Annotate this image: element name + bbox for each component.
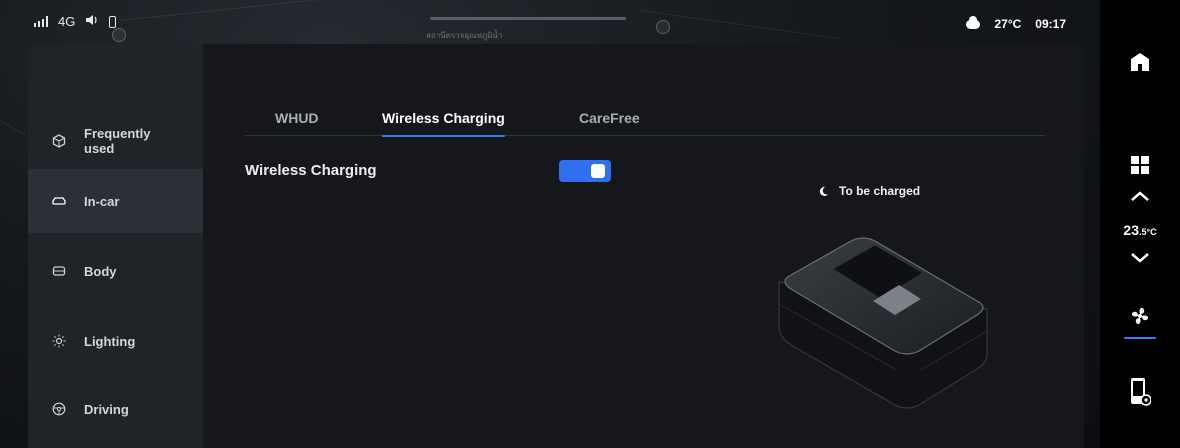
- network-type: 4G: [58, 14, 76, 29]
- settings-panel: Frequently used In-car Body Lighting Dri…: [28, 44, 1084, 448]
- sidebar-item-label: Body: [84, 263, 117, 279]
- cabin-temp-value: 23: [1123, 222, 1139, 238]
- sidebar: Frequently used In-car Body Lighting Dri…: [28, 44, 203, 448]
- sidebar-item-driving[interactable]: Driving: [28, 377, 203, 441]
- sidebar-item-frequently-used[interactable]: Frequently used: [28, 109, 203, 173]
- sun-icon: [52, 334, 66, 348]
- panel-drag-handle[interactable]: [430, 17, 626, 20]
- fan-active-indicator: [1124, 337, 1156, 339]
- screen: สถานีตรวจอุณหภูมิน้ำ 4G 27°C 09:17 Frequ…: [0, 0, 1180, 448]
- wireless-charging-label: Wireless Charging: [245, 162, 377, 179]
- signal-icon: [34, 16, 48, 27]
- tab-bar: WHUD Wireless Charging CareFree: [245, 110, 1045, 137]
- cloud-icon: [966, 15, 981, 29]
- sidebar-item-label: Driving: [84, 401, 129, 417]
- sidebar-item-label: Lighting: [84, 333, 136, 349]
- cube-icon: [52, 134, 66, 148]
- sidebar-item-label: In-car: [84, 193, 120, 209]
- map-road: [0, 120, 27, 136]
- status-right: 27°C 09:17: [966, 15, 1066, 31]
- clock: 09:17: [1035, 17, 1066, 31]
- phone-battery-icon: [109, 15, 117, 28]
- sidebar-item-label: Frequently used: [84, 126, 151, 156]
- fan-icon: [1129, 305, 1151, 332]
- cabin-temp-decimal: .5°C: [1138, 227, 1157, 237]
- temp-up-button[interactable]: [1100, 190, 1180, 206]
- moon-icon: [818, 186, 829, 197]
- tab-carefree[interactable]: CareFree: [579, 110, 640, 136]
- sidebar-item-body[interactable]: Body: [28, 239, 203, 303]
- sidebar-item-in-car[interactable]: In-car: [28, 169, 203, 233]
- home-button[interactable]: [1100, 50, 1180, 78]
- wireless-charging-toggle[interactable]: [559, 160, 611, 182]
- phone-settings-icon: [1129, 377, 1152, 412]
- status-bar: 4G 27°C 09:17: [0, 0, 1100, 44]
- sidebar-item-lighting[interactable]: Lighting: [28, 309, 203, 373]
- charge-status: To be charged: [818, 184, 920, 198]
- content-area: WHUD Wireless Charging CareFree Wireless…: [203, 44, 1084, 448]
- body-icon: [52, 264, 66, 278]
- steering-wheel-icon: [52, 402, 66, 416]
- tab-wireless-charging[interactable]: Wireless Charging: [382, 110, 505, 137]
- temp-down-button[interactable]: [1100, 252, 1180, 268]
- toggle-knob: [591, 164, 605, 178]
- outside-temperature: 27°C: [994, 17, 1022, 31]
- grid-icon: [1130, 155, 1150, 180]
- phone-settings-button[interactable]: [1100, 377, 1180, 412]
- charging-pad-illustration: [763, 209, 1003, 409]
- home-icon: [1129, 51, 1151, 78]
- cabin-temperature: 23.5°C: [1100, 222, 1180, 238]
- apps-button[interactable]: [1100, 154, 1180, 180]
- charge-status-text: To be charged: [839, 184, 921, 198]
- chevron-up-icon: [1130, 189, 1150, 207]
- right-dock: 23.5°C: [1100, 0, 1180, 448]
- car-icon: [52, 194, 66, 208]
- volume-icon: [85, 14, 99, 29]
- fan-button[interactable]: [1100, 305, 1180, 331]
- chevron-down-icon: [1130, 251, 1150, 269]
- tab-whud[interactable]: WHUD: [275, 110, 319, 136]
- status-left: 4G: [34, 14, 117, 29]
